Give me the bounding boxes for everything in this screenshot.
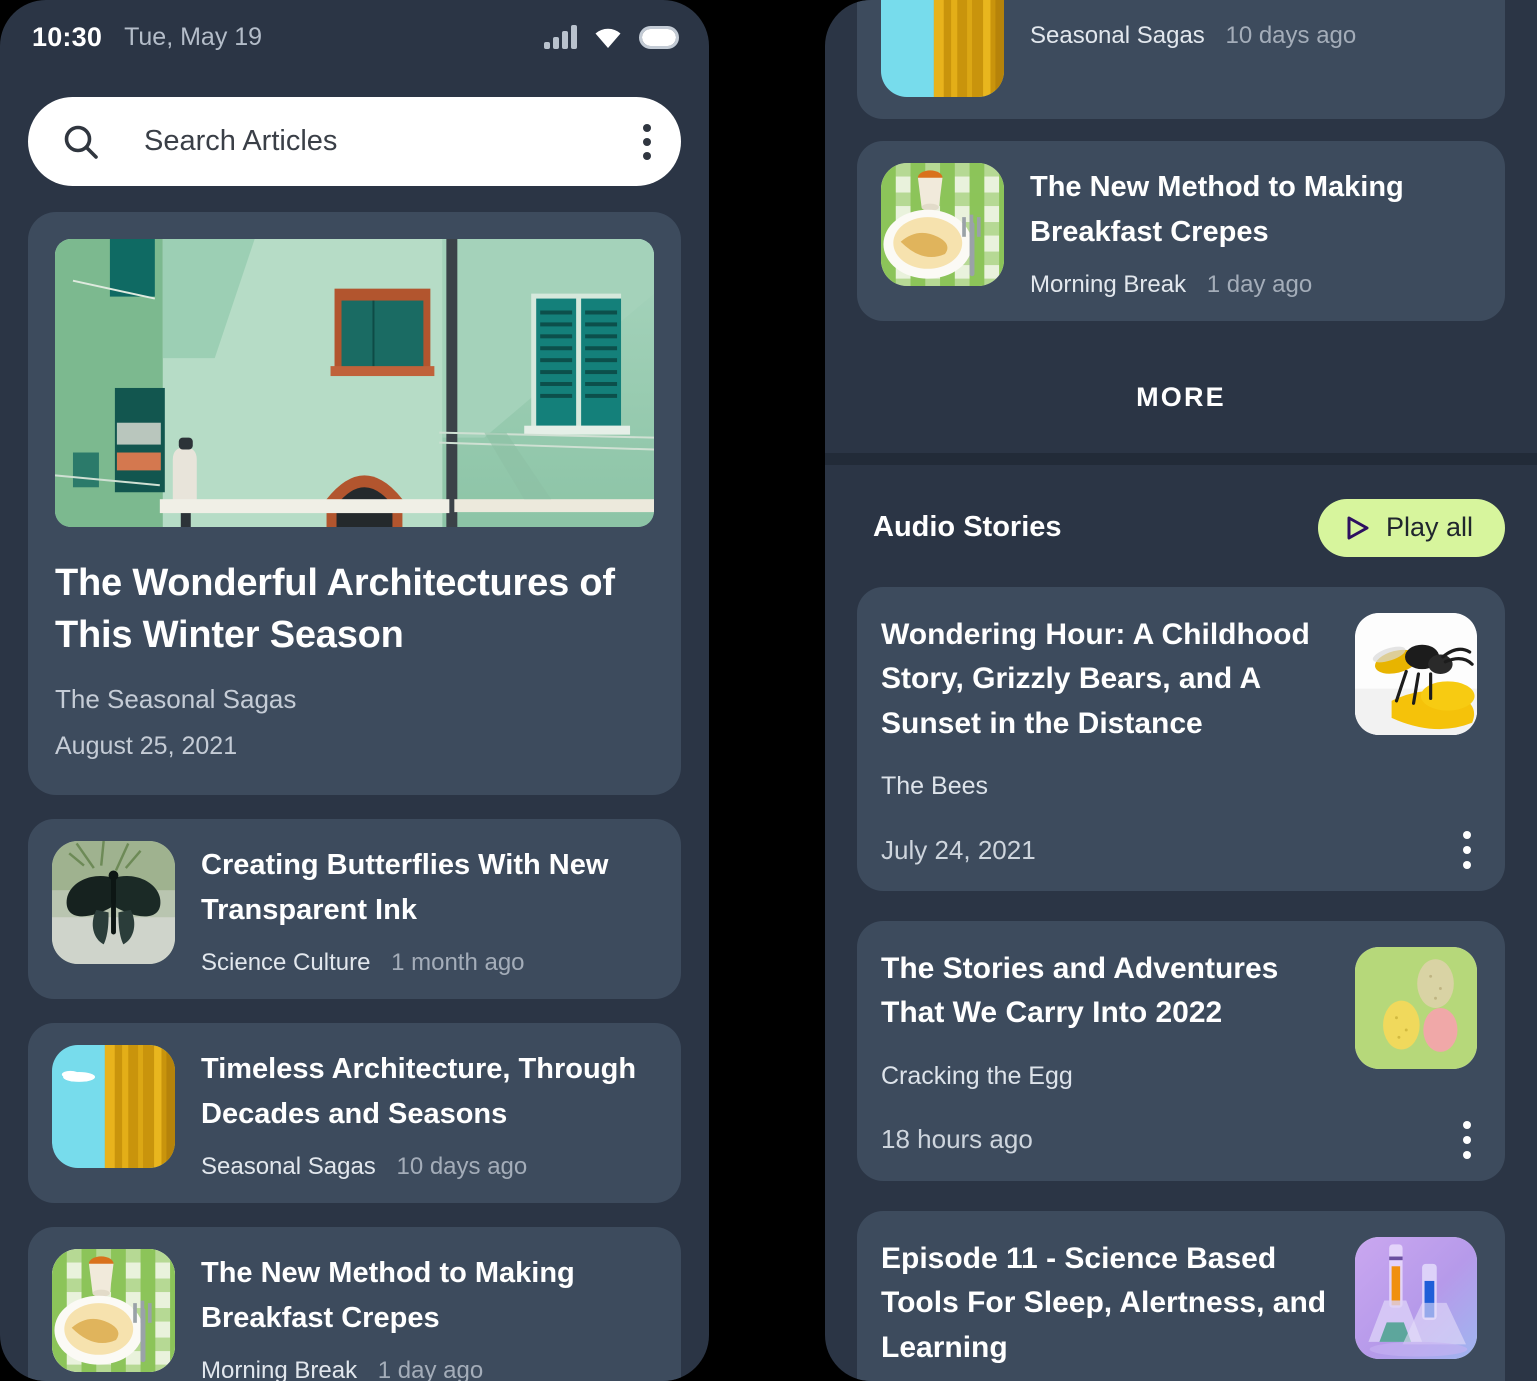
article-list-item[interactable]: Timeless Architecture, Through Decades a… xyxy=(28,1022,681,1203)
audio-story-card[interactable]: The Stories and Adventures That We Carry… xyxy=(857,921,1505,1181)
status-bar-time: 10:30 xyxy=(32,21,103,52)
audio-card-text: The Stories and Adventures That We Carry… xyxy=(881,947,1333,1091)
article-meta: Science Culture 1 month ago xyxy=(201,949,657,977)
screenshot-stage: 10:30 Tue, May 19 Search Articles The Wo… xyxy=(0,0,1537,1381)
article-meta: Morning Break 1 day ago xyxy=(201,1357,657,1381)
article-title: The New Method to Making Breakfast Crepe… xyxy=(201,1256,575,1334)
kebab-menu-icon[interactable] xyxy=(1463,1120,1477,1159)
audio-story-source: Cracking the Egg xyxy=(881,1061,1073,1090)
hero-source: The Seasonal Sagas xyxy=(55,683,297,714)
search-icon xyxy=(58,122,104,162)
audio-story-card[interactable]: Episode 11 - Science Based Tools For Sle… xyxy=(857,1210,1505,1381)
article-source: Morning Break xyxy=(1030,270,1187,298)
article-title: Timeless Architecture, Through Decades a… xyxy=(201,1052,637,1130)
audio-card-text: Wondering Hour: A Childhood Story, Grizz… xyxy=(881,613,1333,801)
article-time: 1 month ago xyxy=(391,948,525,976)
hero-image xyxy=(55,239,654,527)
article-body: Seasonal Sagas 10 days ago xyxy=(1030,0,1481,50)
status-bar-icons xyxy=(544,25,679,49)
audio-card-top: Wondering Hour: A Childhood Story, Grizz… xyxy=(881,612,1477,801)
article-thumbnail xyxy=(881,0,1004,97)
article-meta: Morning Break 1 day ago xyxy=(1030,271,1481,299)
wifi-icon xyxy=(593,26,623,49)
audio-story-date: 18 hours ago xyxy=(881,1124,1033,1155)
article-body: Creating Butterflies With New Transparen… xyxy=(201,841,657,977)
search-bar[interactable]: Search Articles xyxy=(28,97,681,186)
article-title: The New Method to Making Breakfast Crepe… xyxy=(1030,171,1404,248)
audio-stories-title: Audio Stories xyxy=(873,511,1062,544)
article-time: 10 days ago xyxy=(1225,22,1357,49)
article-source: Seasonal Sagas xyxy=(201,1152,376,1180)
audio-story-source: The Bees xyxy=(881,772,989,801)
article-time: 1 day ago xyxy=(377,1356,484,1381)
article-body: The New Method to Making Breakfast Crepe… xyxy=(1030,163,1481,299)
audio-card-text: Episode 11 - Science Based Tools For Sle… xyxy=(881,1237,1333,1381)
audio-story-title: The Stories and Adventures That We Carry… xyxy=(881,952,1279,1030)
article-time: 10 days ago xyxy=(396,1152,528,1180)
play-all-label: Play all xyxy=(1385,512,1473,543)
article-list-item[interactable]: Creating Butterflies With New Transparen… xyxy=(28,818,681,999)
more-button[interactable]: MORE xyxy=(825,343,1537,453)
article-source: Science Culture xyxy=(201,948,371,976)
article-title: Creating Butterflies With New Transparen… xyxy=(201,848,609,926)
signal-icon xyxy=(544,25,577,49)
play-triangle-icon xyxy=(1344,515,1370,541)
section-divider xyxy=(825,452,1537,465)
article-list-item[interactable]: Seasonal Sagas 10 days ago xyxy=(857,0,1505,119)
left-phone-panel: 10:30 Tue, May 19 Search Articles The Wo… xyxy=(0,0,709,1381)
article-meta: Seasonal Sagas 10 days ago xyxy=(1030,22,1481,50)
article-source: Seasonal Sagas xyxy=(1030,22,1205,49)
audio-story-thumbnail xyxy=(1355,947,1477,1070)
more-button-label: MORE xyxy=(1136,382,1226,413)
article-body: Timeless Architecture, Through Decades a… xyxy=(201,1045,657,1181)
hero-article-card[interactable]: The Wonderful Architectures of This Wint… xyxy=(28,212,681,795)
audio-card-bottom: July 24, 2021 xyxy=(881,831,1477,870)
audio-story-card[interactable]: Wondering Hour: A Childhood Story, Grizz… xyxy=(857,586,1505,892)
hero-date: August 25, 2021 xyxy=(55,731,238,760)
audio-card-top: Episode 11 - Science Based Tools For Sle… xyxy=(881,1236,1477,1381)
article-thumbnail xyxy=(52,1248,175,1372)
hero-title: The Wonderful Architectures of This Wint… xyxy=(55,562,615,657)
audio-card-top: The Stories and Adventures That We Carry… xyxy=(881,947,1477,1091)
article-meta: Seasonal Sagas 10 days ago xyxy=(201,1153,657,1181)
audio-card-bottom: 18 hours ago xyxy=(881,1120,1477,1159)
status-bar-date: Tue, May 19 xyxy=(124,22,263,51)
audio-story-thumbnail xyxy=(1355,1236,1477,1359)
kebab-menu-icon[interactable] xyxy=(643,123,651,160)
status-bar: 10:30 Tue, May 19 xyxy=(0,0,709,74)
article-thumbnail xyxy=(52,840,175,964)
article-time: 1 day ago xyxy=(1206,270,1313,298)
article-thumbnail xyxy=(52,1044,175,1168)
article-source: Morning Break xyxy=(201,1356,358,1381)
right-phone-panel: Seasonal Sagas 10 days ago The New Metho… xyxy=(825,0,1537,1381)
article-body: The New Method to Making Breakfast Crepe… xyxy=(201,1249,657,1381)
audio-story-thumbnail xyxy=(1355,612,1477,735)
audio-story-date: July 24, 2021 xyxy=(881,834,1036,865)
search-input[interactable]: Search Articles xyxy=(144,125,337,158)
article-list-item[interactable]: The New Method to Making Breakfast Crepe… xyxy=(28,1226,681,1381)
article-list-item[interactable]: The New Method to Making Breakfast Crepe… xyxy=(857,141,1505,321)
audio-story-title: Wondering Hour: A Childhood Story, Grizz… xyxy=(881,617,1310,740)
play-all-button[interactable]: Play all xyxy=(1317,498,1505,557)
kebab-menu-icon[interactable] xyxy=(1463,831,1477,870)
audio-stories-header: Audio Stories Play all xyxy=(825,465,1537,557)
audio-story-title: Episode 11 - Science Based Tools For Sle… xyxy=(881,1241,1327,1364)
article-thumbnail xyxy=(881,163,1004,286)
battery-icon xyxy=(639,25,679,49)
